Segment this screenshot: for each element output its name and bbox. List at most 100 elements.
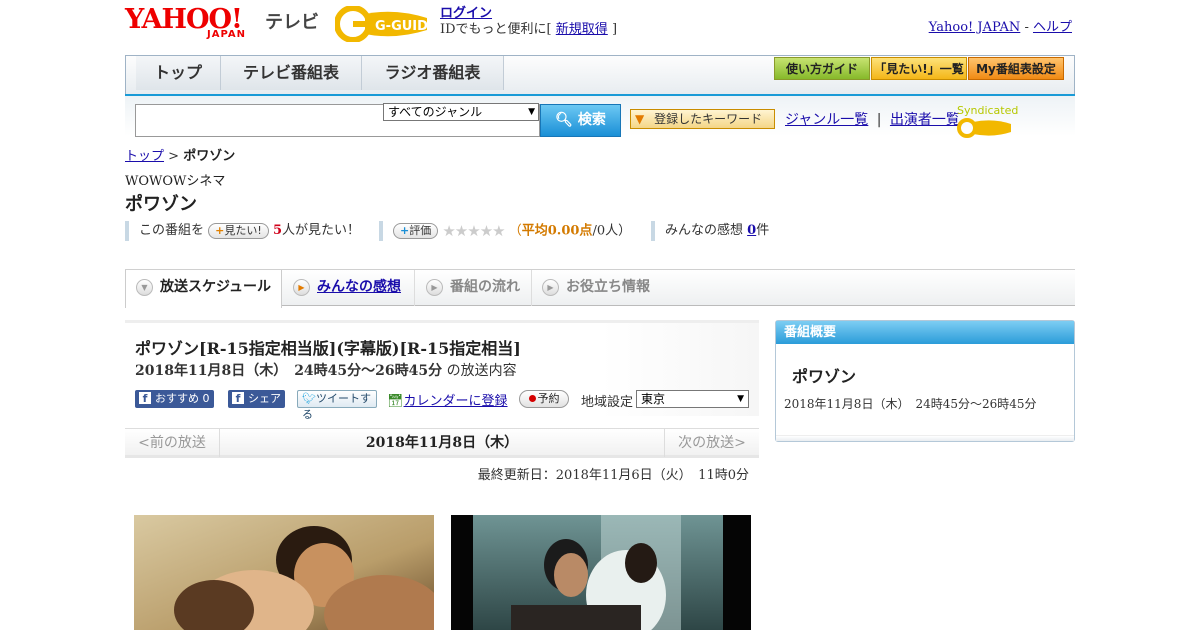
- service-name: テレビ: [265, 12, 319, 33]
- broadcast-panel: ポワゾン[R-15指定相当版](字幕版)[R-15指定相当] 2018年11月8…: [125, 320, 759, 421]
- chevron-down-icon: ▼: [136, 279, 153, 296]
- tab-schedule[interactable]: ▼ 放送スケジュール: [125, 270, 282, 308]
- twitter-bird-icon: 🐦︎: [302, 392, 316, 405]
- want-button[interactable]: +見たい!: [208, 222, 269, 239]
- chevron-right-icon: ▶: [293, 279, 310, 296]
- login-message-prefix: IDでもっと便利に[: [440, 22, 552, 37]
- tab-flow[interactable]: ▶ 番組の流れ: [416, 270, 532, 306]
- calendar-register-link[interactable]: カレンダーに登録: [404, 394, 508, 409]
- social-row: f おすすめ 0 f シェア 🐦︎ツイートする 📅︎カレンダーに登録 予約 地域設定…: [135, 388, 759, 421]
- want-prefix: この番組を: [139, 223, 205, 238]
- recommend-count: 0: [202, 392, 210, 405]
- help-link[interactable]: ヘルプ: [1033, 20, 1072, 35]
- triangle-down-icon: ▼: [635, 112, 645, 126]
- rating-stars: ★★★★★: [442, 222, 505, 240]
- facebook-recommend-button[interactable]: f おすすめ 0: [135, 390, 214, 408]
- broadcast-title: ポワゾン[R-15指定相当版](字幕版)[R-15指定相当]: [135, 339, 521, 358]
- rate-button-label: 評価: [409, 224, 432, 237]
- breadcrumb-separator: >: [168, 149, 180, 164]
- want-suffix: 人が見たい！: [281, 223, 360, 238]
- chevron-right-icon: ▶: [542, 279, 559, 296]
- stats-row: この番組を +見たい! 5人が見たい！ +評価 ★★★★★ （平均0.00点/0…: [125, 221, 925, 241]
- program-still-image: [451, 515, 751, 630]
- usage-guide-button[interactable]: 使い方ガイド: [774, 57, 870, 80]
- record-dot-icon: [528, 395, 536, 402]
- rating-open: （: [508, 223, 522, 239]
- page-title: ポワゾン: [125, 194, 197, 215]
- rating-stats: +評価 ★★★★★ （平均0.00点/0人）: [379, 221, 631, 241]
- gguide-logo-text: G-GUIDE: [375, 19, 433, 34]
- yahoo-logo[interactable]: YAHOO! JAPAN テレビ: [125, 6, 319, 46]
- syndicated-gguide-logo: Syndicated: [957, 104, 1075, 139]
- tab-useful-info-label: お役立ち情報: [566, 279, 650, 295]
- overview-box-footer: [776, 435, 1074, 441]
- plus-icon: +: [215, 223, 225, 237]
- nav-tab-top[interactable]: トップ: [136, 56, 221, 90]
- header-links: Yahoo! JAPAN - ヘルプ: [929, 16, 1072, 35]
- saved-keywords-label: 登録したキーワード: [654, 112, 763, 126]
- nav-tab-tv-schedule[interactable]: テレビ番組表: [221, 56, 362, 90]
- rating-average: 平均0.00点: [521, 223, 593, 239]
- gguide-logo[interactable]: G-GUIDE: [335, 6, 433, 42]
- tab-flow-label: 番組の流れ: [450, 279, 520, 295]
- link-separator: |: [876, 112, 882, 128]
- nav-tab-radio-schedule[interactable]: ラジオ番組表: [362, 56, 504, 90]
- search-button[interactable]: 🔍︎ 検索: [540, 104, 621, 137]
- overview-program-time: 2018年11月8日（木） 24時45分～26時45分: [784, 397, 1037, 411]
- cast-list-link[interactable]: 出演者一覧: [890, 112, 960, 128]
- reviews-unit: 件: [756, 223, 770, 238]
- search-icon: 🔍︎: [555, 112, 573, 128]
- yahoo-japan-link[interactable]: Yahoo! JAPAN: [929, 20, 1021, 35]
- program-overview-heading: 番組概要: [776, 321, 1074, 344]
- want-button-label: 見たい!: [224, 223, 262, 237]
- facebook-share-button[interactable]: f シェア: [228, 390, 285, 408]
- program-overview-box: 番組概要 ポワゾン 2018年11月8日（木） 24時45分～26時45分: [775, 320, 1075, 442]
- want-stats: この番組を +見たい! 5人が見たい！: [125, 221, 360, 241]
- reviews-count-link[interactable]: 0: [747, 223, 756, 238]
- site-header: YAHOO! JAPAN テレビ G-GUIDE ログイン IDでもっと便利に[…: [125, 6, 1075, 50]
- genre-select[interactable]: すべてのジャンル ▼: [383, 103, 539, 121]
- next-broadcast-button[interactable]: 次の放送>: [664, 429, 759, 457]
- tab-schedule-label: 放送スケジュール: [160, 279, 272, 295]
- reviews-stats: みんなの感想 0件: [651, 221, 769, 241]
- region-label: 地域設定: [581, 395, 634, 410]
- breadcrumb-current: ポワゾン: [183, 149, 236, 164]
- broadcast-datetime: 2018年11月8日（木） 24時45分～26時45分: [135, 363, 443, 379]
- program-still-image-2: [451, 515, 751, 630]
- reviews-label: みんなの感想: [665, 223, 744, 238]
- chevron-down-icon: ▼: [528, 107, 535, 117]
- region-select[interactable]: 東京 ▼: [636, 390, 749, 408]
- share-label: シェア: [248, 392, 281, 405]
- signup-link[interactable]: 新規取得: [556, 22, 608, 37]
- gguide-mini-logo: [957, 118, 1011, 138]
- login-link[interactable]: ログイン: [440, 6, 492, 21]
- my-schedule-settings-button[interactable]: My番組表設定: [968, 57, 1064, 80]
- tab-reviews-label: みんなの感想: [317, 279, 401, 295]
- calendar-icon: 📅︎: [387, 394, 404, 409]
- chevron-down-icon: ▼: [737, 394, 744, 404]
- genre-select-value: すべてのジャンル: [388, 105, 483, 119]
- prev-broadcast-button[interactable]: <前の放送: [125, 429, 220, 457]
- rate-button[interactable]: +評価: [393, 223, 439, 239]
- channel-name: WOWOWシネマ: [125, 174, 226, 189]
- tab-reviews[interactable]: ▶ みんなの感想: [283, 270, 415, 306]
- tab-useful-info[interactable]: ▶ お役立ち情報: [532, 270, 658, 306]
- saved-keywords-button[interactable]: ▼ 登録したキーワード: [630, 109, 775, 129]
- facebook-icon: f: [232, 392, 244, 405]
- tweet-button[interactable]: 🐦︎ツイートする: [297, 390, 377, 421]
- breadcrumb: トップ > ポワゾン: [125, 145, 235, 164]
- login-message-suffix: ]: [611, 22, 618, 37]
- recommend-label: おすすめ: [155, 392, 199, 405]
- header-link-separator: -: [1024, 20, 1029, 35]
- calendar-register[interactable]: 📅︎カレンダーに登録: [387, 390, 508, 409]
- facebook-icon: f: [139, 392, 151, 405]
- reserve-button[interactable]: 予約: [519, 390, 569, 408]
- want-list-button[interactable]: 「見たい!」一覧: [871, 57, 967, 80]
- genre-list-link[interactable]: ジャンル一覧: [785, 112, 868, 128]
- region-select-value: 東京: [641, 392, 666, 406]
- yahoo-logo-sub: JAPAN: [207, 29, 246, 40]
- program-still-image-1: [134, 515, 434, 630]
- breadcrumb-top-link[interactable]: トップ: [125, 149, 164, 164]
- login-box: ログイン IDでもっと便利に[ 新規取得 ]: [440, 6, 617, 38]
- current-broadcast-date: 2018年11月8日（木）: [365, 435, 519, 451]
